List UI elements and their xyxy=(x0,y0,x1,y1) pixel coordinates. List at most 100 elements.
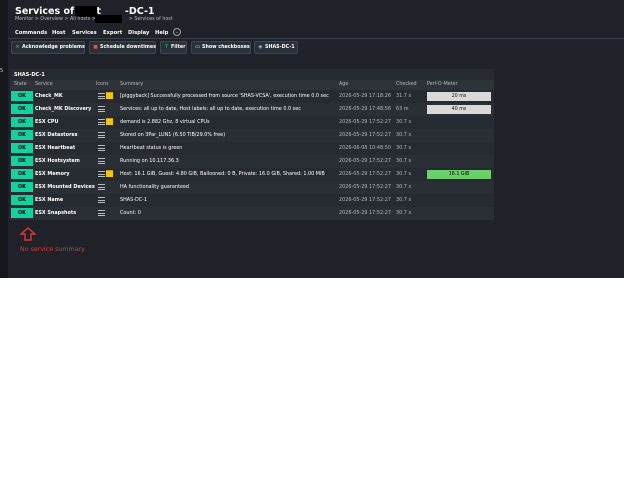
col-state[interactable]: State xyxy=(14,82,27,87)
folder-icon[interactable] xyxy=(106,92,113,99)
service-link[interactable]: ESX Datastores xyxy=(35,132,78,138)
checkbox-icon: ▭ xyxy=(195,45,200,50)
divider xyxy=(8,38,624,39)
table-row[interactable]: OK ESX Hostsystem Running on 10.117.36.3 20… xyxy=(10,155,494,168)
annotation-text: No service summary xyxy=(20,246,85,253)
table-row[interactable]: OK ESX Mounted Devices HA functionality gu… xyxy=(10,181,494,194)
table-row[interactable]: OK ESX CPU demand is 2.882 Ghz, 8 virtual … xyxy=(10,116,494,129)
state-badge[interactable]: OK xyxy=(11,130,33,140)
service-checked: 30.7 s xyxy=(396,197,411,203)
sidebar-label: 5 xyxy=(0,68,4,74)
state-badge[interactable]: OK xyxy=(11,143,33,153)
service-checked: 63 m xyxy=(396,106,409,112)
menu-help[interactable]: Help xyxy=(155,28,168,38)
perf-o-meter[interactable]: 40 ms xyxy=(427,105,491,114)
state-badge[interactable]: OK xyxy=(11,195,33,205)
service-age: 2026-05-29 17:52:27 xyxy=(339,158,391,164)
show-checkboxes-button[interactable]: ▭ Show checkboxes xyxy=(191,41,251,54)
service-age: 2026-05-29 17:48:56 xyxy=(339,106,391,112)
breadcrumb[interactable]: Monitor > Overview > All hosts > > Servi… xyxy=(15,17,173,22)
state-badge[interactable]: OK xyxy=(11,91,33,101)
service-summary: Heartbeat status is green xyxy=(120,145,183,151)
service-age: 2026-05-29 17:52:27 xyxy=(339,171,391,177)
host-icon: ◉ xyxy=(258,45,263,50)
state-badge[interactable]: OK xyxy=(11,104,33,114)
perf-o-meter[interactable]: 16.1 GiB xyxy=(427,170,491,179)
chevron-down-icon[interactable]: ⌄ xyxy=(173,28,181,36)
service-link[interactable]: Check_MK Discovery xyxy=(35,106,91,112)
state-badge[interactable]: OK xyxy=(11,182,33,192)
redaction-mark-breadcrumb xyxy=(95,15,122,23)
service-age: 2026-05-29 17:52:27 xyxy=(339,210,391,216)
service-checked: 30.7 s xyxy=(396,210,411,216)
menu-icon[interactable] xyxy=(98,210,105,216)
service-checked: 30.7 s xyxy=(396,171,411,177)
menu-services[interactable]: Services xyxy=(72,28,97,38)
service-checked: 30.7 s xyxy=(396,145,411,151)
menu-icon[interactable] xyxy=(98,184,105,190)
state-badge[interactable]: OK xyxy=(11,117,33,127)
service-summary: Count: 0 xyxy=(120,210,141,216)
service-link[interactable]: ESX Hostsystem xyxy=(35,158,80,164)
col-age[interactable]: Age xyxy=(339,82,348,87)
service-summary: Host: 16.1 GiB, Guest: 4.80 GiB, Balloon… xyxy=(120,171,325,177)
state-badge[interactable]: OK xyxy=(11,169,33,179)
service-link[interactable]: ESX Snapshots xyxy=(35,210,76,216)
acknowledge-problems-button[interactable]: ✕ Acknowledge problems xyxy=(11,41,85,54)
service-summary: demand is 2.882 Ghz, 8 virtual CPUs xyxy=(120,119,210,125)
col-service[interactable]: Service xyxy=(35,82,53,87)
menu-icon[interactable] xyxy=(98,93,105,99)
arrow-up-icon xyxy=(19,227,37,241)
folder-icon[interactable] xyxy=(106,170,113,177)
table-row[interactable]: OK ESX Memory Host: 16.1 GiB, Guest: 4.80 … xyxy=(10,168,494,181)
service-checked: 31.7 s xyxy=(396,93,411,99)
service-checked: 30.7 s xyxy=(396,184,411,190)
service-age: 2026-06-08 10:48:50 xyxy=(339,145,391,151)
menu-icon[interactable] xyxy=(98,132,105,138)
host-name-link[interactable]: SHAS-DC-1 xyxy=(14,72,45,78)
menu-display[interactable]: Display xyxy=(128,28,149,38)
service-age: 2026-05-29 17:52:27 xyxy=(339,132,391,138)
menu-export[interactable]: Export xyxy=(103,28,122,38)
table-row[interactable]: OK Check_MK [piggyback] Successfully proce… xyxy=(10,90,494,103)
redaction-mark xyxy=(75,6,97,17)
col-perf-o-meter[interactable]: Perf-O-Meter xyxy=(427,82,457,87)
table-row[interactable]: OK ESX Datastores Stored on 3Par_LUN1 (6.5… xyxy=(10,129,494,142)
filter-button[interactable]: ⊤ Filter xyxy=(160,41,187,54)
menu-icon[interactable] xyxy=(98,158,105,164)
service-age: 2026-05-29 17:52:27 xyxy=(339,119,391,125)
service-link[interactable]: ESX CPU xyxy=(35,119,58,125)
table-row[interactable]: OK ESX Heartbeat Heartbeat status is green… xyxy=(10,142,494,155)
col-summary[interactable]: Summary xyxy=(120,82,143,87)
menu-icon[interactable] xyxy=(98,197,105,203)
menu-host[interactable]: Host xyxy=(52,28,65,38)
service-age: 2026-05-29 17:52:27 xyxy=(339,197,391,203)
folder-icon[interactable] xyxy=(106,118,113,125)
service-link[interactable]: ESX Name xyxy=(35,197,63,203)
schedule-downtimes-button[interactable]: ■ Schedule downtimes xyxy=(89,41,156,54)
menu-icon[interactable] xyxy=(98,145,105,151)
col-checked[interactable]: Checked xyxy=(396,82,417,87)
app-window: 5 Services of host -DC-1 Monitor > Overvi… xyxy=(0,0,624,278)
service-link[interactable]: Check_MK xyxy=(35,93,63,99)
host-group-header: SHAS-DC-1 xyxy=(10,69,494,80)
menu-icon[interactable] xyxy=(98,171,105,177)
menu-icon[interactable] xyxy=(98,119,105,125)
service-link[interactable]: ESX Heartbeat xyxy=(35,145,75,151)
service-age: 2026-05-29 17:52:27 xyxy=(339,184,391,190)
host-button[interactable]: ◉ SHAS-DC-1 xyxy=(254,41,298,54)
state-badge[interactable]: OK xyxy=(11,208,33,218)
filter-icon: ⊤ xyxy=(164,45,169,50)
table-row[interactable]: OK ESX Snapshots Count: 0 2026-05-29 17:52:… xyxy=(10,207,494,220)
perf-o-meter[interactable]: 20 ms xyxy=(427,92,491,101)
menu-commands[interactable]: Commands xyxy=(15,28,47,38)
service-summary: Stored on 3Par_LUN1 (6.50 TiB/29.0% free… xyxy=(120,132,226,138)
table-row[interactable]: OK ESX Name SHAS-DC-1 2026-05-29 17:52:27 30… xyxy=(10,194,494,207)
col-icons[interactable]: Icons xyxy=(96,82,109,87)
state-badge[interactable]: OK xyxy=(11,156,33,166)
service-link[interactable]: ESX Mounted Devices xyxy=(35,184,95,190)
menu-icon[interactable] xyxy=(98,106,105,112)
table-row[interactable]: OK Check_MK Discovery Services: all up to … xyxy=(10,103,494,116)
sidebar[interactable] xyxy=(0,0,8,278)
service-link[interactable]: ESX Memory xyxy=(35,171,70,177)
